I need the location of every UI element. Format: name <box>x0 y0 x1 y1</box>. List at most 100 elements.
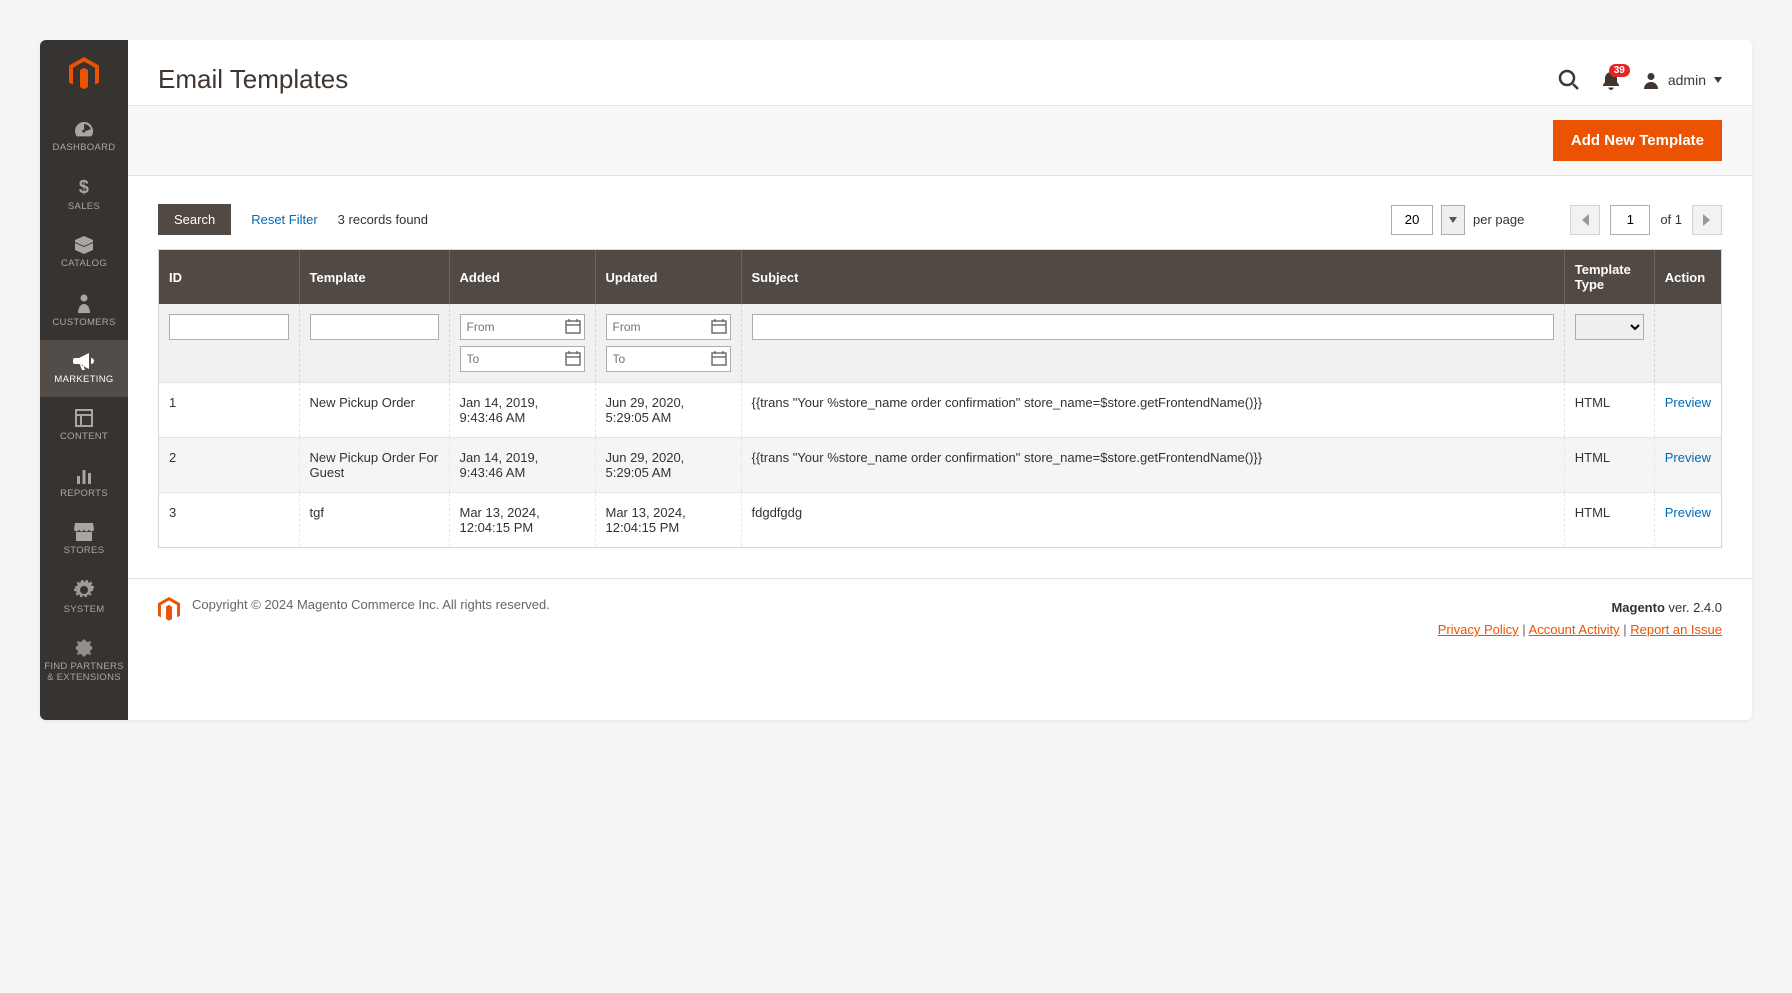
table-row[interactable]: 3 tgf Mar 13, 2024, 12:04:15 PM Mar 13, … <box>159 493 1721 548</box>
user-menu[interactable]: admin <box>1642 71 1722 89</box>
next-page-button[interactable] <box>1692 205 1722 235</box>
preview-link[interactable]: Preview <box>1665 395 1711 410</box>
cell-id: 2 <box>159 438 299 493</box>
svg-text:$: $ <box>79 177 89 197</box>
current-page-input[interactable] <box>1610 205 1650 235</box>
table-row[interactable]: 1 New Pickup Order Jan 14, 2019, 9:43:46… <box>159 383 1721 438</box>
privacy-policy-link[interactable]: Privacy Policy <box>1438 622 1519 637</box>
cell-type: HTML <box>1564 383 1654 438</box>
sidebar-item-dashboard[interactable]: Dashboard <box>40 108 128 165</box>
chevron-down-icon <box>1449 217 1457 223</box>
calendar-icon[interactable] <box>711 318 727 337</box>
user-icon <box>1642 71 1660 89</box>
col-header-type[interactable]: Template Type <box>1564 250 1654 304</box>
cell-type: HTML <box>1564 493 1654 548</box>
table-row[interactable]: 2 New Pickup Order For Guest Jan 14, 201… <box>159 438 1721 493</box>
total-pages-label: of 1 <box>1660 212 1682 227</box>
cell-added: Jan 14, 2019, 9:43:46 AM <box>449 438 595 493</box>
sidebar-item-sales[interactable]: $ Sales <box>40 165 128 224</box>
main-content: Email Templates 39 admin Add New Templat… <box>128 40 1752 720</box>
sidebar-item-label: Marketing <box>54 374 113 385</box>
records-found-label: 3 records found <box>338 212 428 227</box>
sidebar-item-label: Stores <box>64 545 105 556</box>
calendar-icon[interactable] <box>565 318 581 337</box>
grid-header-row: ID Template Added Updated Subject Templa… <box>159 250 1721 304</box>
magento-logo[interactable] <box>40 40 128 108</box>
col-header-updated[interactable]: Updated <box>595 250 741 304</box>
magento-logo-icon <box>158 597 180 622</box>
sidebar-item-catalog[interactable]: Catalog <box>40 224 128 281</box>
calendar-icon[interactable] <box>565 350 581 369</box>
page-title: Email Templates <box>158 64 1558 95</box>
sidebar-item-system[interactable]: System <box>40 568 128 627</box>
page-size-dropdown[interactable] <box>1441 205 1465 235</box>
sidebar-item-reports[interactable]: Reports <box>40 454 128 511</box>
pager: of 1 <box>1570 205 1722 235</box>
sidebar-item-partners[interactable]: Find Partners & Extensions <box>40 627 128 696</box>
gear-icon <box>74 580 94 600</box>
store-icon <box>74 523 94 541</box>
topbar: Email Templates 39 admin <box>128 40 1752 105</box>
footer: Copyright © 2024 Magento Commerce Inc. A… <box>128 578 1752 659</box>
cell-subject: {{trans "Your %store_name order confirma… <box>741 438 1564 493</box>
chevron-left-icon <box>1581 214 1589 226</box>
col-header-id[interactable]: ID <box>159 250 299 304</box>
sidebar-item-label: Customers <box>52 317 115 328</box>
templates-grid: ID Template Added Updated Subject Templa… <box>158 249 1722 548</box>
prev-page-button[interactable] <box>1570 205 1600 235</box>
notifications-badge: 39 <box>1609 64 1630 77</box>
sidebar-item-label: Content <box>60 431 108 442</box>
filter-row <box>159 304 1721 383</box>
chevron-right-icon <box>1703 214 1711 226</box>
filter-subject-input[interactable] <box>752 314 1554 340</box>
cell-id: 3 <box>159 493 299 548</box>
cell-added: Mar 13, 2024, 12:04:15 PM <box>449 493 595 548</box>
sidebar-item-customers[interactable]: Customers <box>40 281 128 340</box>
bars-icon <box>75 466 93 484</box>
partners-icon <box>74 639 94 657</box>
cell-id: 1 <box>159 383 299 438</box>
sidebar-item-marketing[interactable]: Marketing <box>40 340 128 397</box>
cell-added: Jan 14, 2019, 9:43:46 AM <box>449 383 595 438</box>
search-icon <box>1558 69 1580 91</box>
account-activity-link[interactable]: Account Activity <box>1529 622 1620 637</box>
col-header-template[interactable]: Template <box>299 250 449 304</box>
cell-updated: Jun 29, 2020, 5:29:05 AM <box>595 383 741 438</box>
box-icon <box>74 236 94 254</box>
sidebar-item-content[interactable]: Content <box>40 397 128 454</box>
filter-type-select[interactable] <box>1575 314 1644 340</box>
calendar-icon[interactable] <box>711 350 727 369</box>
page-size-input[interactable] <box>1391 205 1433 235</box>
cell-type: HTML <box>1564 438 1654 493</box>
search-button[interactable]: Search <box>158 204 231 235</box>
cell-template: New Pickup Order <box>299 383 449 438</box>
cell-updated: Jun 29, 2020, 5:29:05 AM <box>595 438 741 493</box>
sidebar-item-label: Dashboard <box>53 142 116 153</box>
per-page-label: per page <box>1473 212 1524 227</box>
notifications-button[interactable]: 39 <box>1602 70 1620 90</box>
megaphone-icon <box>73 352 95 370</box>
sidebar-item-stores[interactable]: Stores <box>40 511 128 568</box>
col-header-added[interactable]: Added <box>449 250 595 304</box>
content-icon <box>75 409 93 427</box>
filter-template-input[interactable] <box>310 314 439 340</box>
cell-template: tgf <box>299 493 449 548</box>
filter-id-input[interactable] <box>169 314 289 340</box>
col-header-action: Action <box>1654 250 1721 304</box>
preview-link[interactable]: Preview <box>1665 450 1711 465</box>
reset-filter-link[interactable]: Reset Filter <box>251 212 317 227</box>
cell-template: New Pickup Order For Guest <box>299 438 449 493</box>
sidebar-item-label: Catalog <box>61 258 107 269</box>
chevron-down-icon <box>1714 77 1722 83</box>
sidebar: Dashboard $ Sales Catalog Customers Mark… <box>40 40 128 720</box>
footer-logo <box>158 597 180 625</box>
cell-updated: Mar 13, 2024, 12:04:15 PM <box>595 493 741 548</box>
search-button[interactable] <box>1558 69 1580 91</box>
sidebar-item-label: System <box>64 604 105 615</box>
col-header-subject[interactable]: Subject <box>741 250 1564 304</box>
grid-controls: Search Reset Filter 3 records found per … <box>128 204 1752 249</box>
add-new-template-button[interactable]: Add New Template <box>1553 120 1722 161</box>
report-issue-link[interactable]: Report an Issue <box>1630 622 1722 637</box>
preview-link[interactable]: Preview <box>1665 505 1711 520</box>
product-name: Magento <box>1611 600 1664 615</box>
